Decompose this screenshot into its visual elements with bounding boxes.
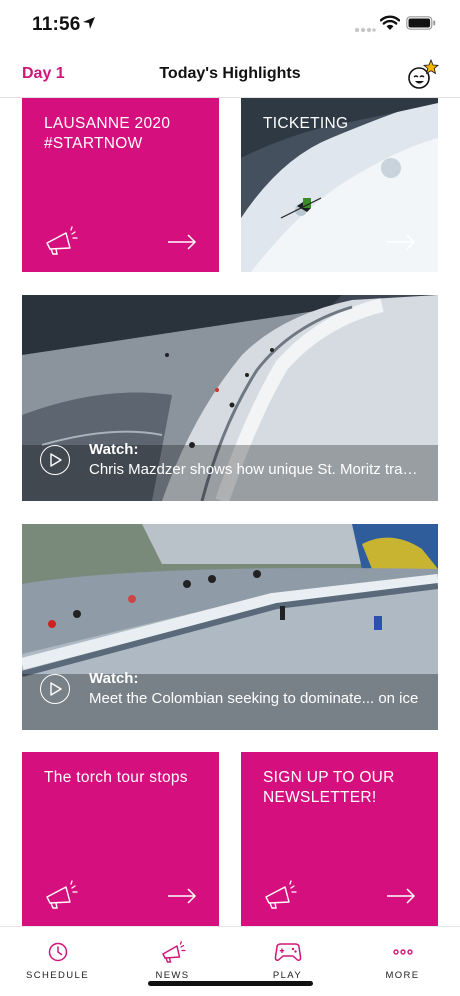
gamepad-icon xyxy=(274,943,302,961)
play-icon xyxy=(50,682,62,696)
tile-title: SIGN UP TO OUR NEWSLETTER! xyxy=(263,769,395,806)
video-card-st-moritz[interactable]: Watch: Chris Mazdzer shows how unique St… xyxy=(22,295,438,501)
more-dots-icon xyxy=(393,949,413,955)
status-bar: 11:56 xyxy=(0,0,460,50)
tab-news[interactable]: NEWS xyxy=(115,927,230,989)
megaphone-icon xyxy=(265,880,297,909)
megaphone-icon xyxy=(162,941,186,963)
tab-label: PLAY xyxy=(272,970,303,981)
arrow-right-icon xyxy=(387,234,416,250)
video-caption: Chris Mazdzer shows how unique St. Morit… xyxy=(89,461,422,478)
home-indicator[interactable] xyxy=(148,981,313,986)
tile-title: TICKETING xyxy=(263,115,349,132)
tab-play[interactable]: PLAY xyxy=(230,927,345,989)
tile-title: The torch tour stops xyxy=(44,769,188,786)
battery-icon xyxy=(406,16,436,30)
tab-label: SCHEDULE xyxy=(26,970,89,981)
video-kicker: Watch: xyxy=(89,670,139,687)
mascot-profile-icon[interactable] xyxy=(406,58,440,92)
location-arrow-icon xyxy=(83,17,95,29)
video-caption: Meet the Colombian seeking to dominate..… xyxy=(89,690,419,707)
wifi-icon xyxy=(380,15,400,30)
tab-label: NEWS xyxy=(155,970,190,981)
clock-icon xyxy=(48,942,68,962)
tile-lausanne-startnow[interactable]: LAUSANNE 2020 #STARTNOW xyxy=(22,98,219,272)
status-time: 11:56 xyxy=(32,14,81,35)
tile-ticketing[interactable]: TICKETING xyxy=(241,98,438,272)
play-button[interactable] xyxy=(40,674,70,704)
tile-torch-tour[interactable]: The torch tour stops xyxy=(22,752,219,926)
megaphone-icon xyxy=(46,880,78,909)
page-title: Today's Highlights xyxy=(159,65,301,82)
arrow-right-icon xyxy=(168,888,197,904)
megaphone-icon xyxy=(46,226,78,255)
top-nav-bar: Day 1 Today's Highlights xyxy=(0,50,460,98)
tab-label: MORE xyxy=(385,970,420,981)
video-card-colombian-skater[interactable]: Watch: Meet the Colombian seeking to dom… xyxy=(22,524,438,730)
highlights-feed[interactable]: LAUSANNE 2020 #STARTNOW TICKETING Watch:… xyxy=(0,98,460,926)
tile-title: LAUSANNE 2020 #STARTNOW xyxy=(44,115,171,152)
tab-more[interactable]: MORE xyxy=(345,927,460,989)
arrow-right-icon xyxy=(168,234,197,250)
play-button[interactable] xyxy=(40,445,70,475)
arrow-right-icon xyxy=(387,888,416,904)
signal-dots-icon xyxy=(354,27,376,33)
tile-newsletter-signup[interactable]: SIGN UP TO OUR NEWSLETTER! xyxy=(241,752,438,926)
play-icon xyxy=(50,453,62,467)
video-kicker: Watch: xyxy=(89,441,139,458)
tab-schedule[interactable]: SCHEDULE xyxy=(0,927,115,989)
